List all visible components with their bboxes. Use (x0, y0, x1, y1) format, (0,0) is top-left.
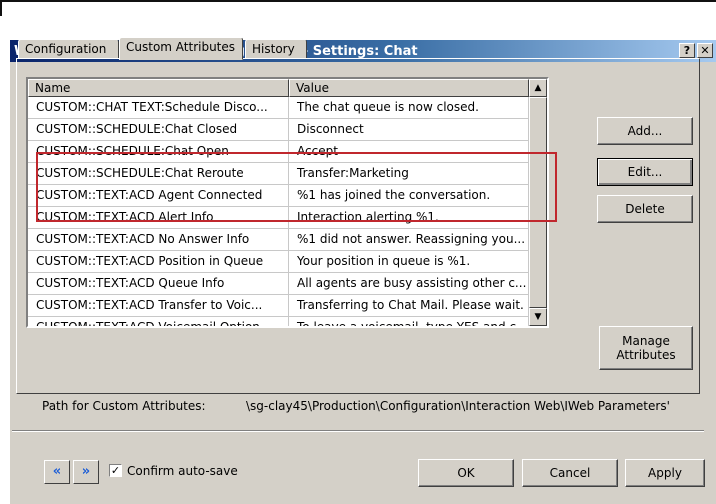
path-value: \sg-clay45\Production\Configuration\Inte… (246, 399, 670, 413)
cancel-button[interactable]: Cancel (522, 459, 618, 487)
confirm-autosave-checkbox[interactable]: ✓ (109, 464, 122, 477)
cell-value: Accept (289, 141, 529, 163)
attributes-list[interactable]: Name Value CUSTOM::CHAT TEXT:Schedule Di… (26, 77, 549, 328)
scroll-thumb[interactable] (529, 97, 547, 308)
scroll-down-icon[interactable]: ▼ (529, 308, 547, 326)
cell-value: Your position in queue is %1. (289, 251, 529, 273)
table-row[interactable]: CUSTOM::CHAT TEXT:Schedule Disco... The c… (28, 97, 529, 119)
cell-name: CUSTOM::SCHEDULE:Chat Open (28, 141, 289, 163)
table-row[interactable]: CUSTOM::TEXT:ACD Position in Queue Your p… (28, 251, 529, 273)
vertical-scrollbar[interactable]: ▲ ▼ (529, 79, 547, 326)
manage-label-line1: Manage (622, 334, 670, 348)
cell-name: CUSTOM::TEXT:ACD Position in Queue (28, 251, 289, 273)
tab-custom-attributes[interactable]: Custom Attributes (119, 37, 243, 60)
cell-name: CUSTOM::TEXT:ACD Agent Connected (28, 185, 289, 207)
apply-button[interactable]: Apply (625, 459, 705, 487)
tab-history[interactable]: History (245, 39, 307, 59)
table-row[interactable]: CUSTOM::SCHEDULE:Chat Closed Disconnect (28, 119, 529, 141)
cell-name: CUSTOM::SCHEDULE:Chat Reroute (28, 163, 289, 185)
path-label: Path for Custom Attributes: (42, 399, 206, 413)
cell-name: CUSTOM::SCHEDULE:Chat Closed (28, 119, 289, 141)
cell-name: CUSTOM::TEXT:ACD Queue Info (28, 273, 289, 295)
cell-value: Interaction alerting %1. (289, 207, 529, 229)
forward-icon[interactable]: » (73, 460, 99, 484)
table-row[interactable]: CUSTOM::SCHEDULE:Chat Open Accept (28, 141, 529, 163)
cell-name: CUSTOM::TEXT:ACD No Answer Info (28, 229, 289, 251)
help-button[interactable]: ? (679, 43, 695, 58)
scroll-up-icon[interactable]: ▲ (529, 79, 547, 97)
table-row[interactable]: CUSTOM::TEXT:ACD No Answer Info %1 did no… (28, 229, 529, 251)
table-row[interactable]: CUSTOM::TEXT:ACD Voicemail Option To leav… (28, 317, 529, 326)
cell-name: CUSTOM::TEXT:ACD Alert Info (28, 207, 289, 229)
tab-configuration[interactable]: Configuration (18, 39, 119, 59)
close-button[interactable]: ✕ (697, 43, 713, 58)
confirm-autosave-label: Confirm auto-save (127, 464, 238, 478)
table-row[interactable]: CUSTOM::TEXT:ACD Alert Info Interaction a… (28, 207, 529, 229)
footer-separator (12, 430, 704, 432)
table-row[interactable]: CUSTOM::TEXT:ACD Transfer to Voic... Tran… (28, 295, 529, 317)
cell-value: %1 did not answer. Reassigning you... (289, 229, 529, 251)
cell-value: Disconnect (289, 119, 529, 141)
column-header-value[interactable]: Value (289, 79, 529, 97)
manage-label-line2: Attributes (616, 348, 676, 362)
list-header: Name Value (28, 79, 529, 97)
cell-name: CUSTOM::TEXT:ACD Voicemail Option (28, 317, 289, 326)
ok-button[interactable]: OK (418, 459, 514, 487)
delete-button[interactable]: Delete (597, 195, 693, 223)
add-button[interactable]: Add... (597, 117, 693, 145)
back-icon[interactable]: « (44, 460, 70, 484)
cell-name: CUSTOM::TEXT:ACD Transfer to Voic... (28, 295, 289, 317)
cell-name: CUSTOM::CHAT TEXT:Schedule Disco... (28, 97, 289, 119)
table-row[interactable]: CUSTOM::SCHEDULE:Chat Reroute Transfer:Ma… (28, 163, 529, 185)
manage-attributes-button[interactable]: Manage Attributes (599, 326, 693, 370)
cell-value: The chat queue is now closed. (289, 97, 529, 119)
cell-value: Transferring to Chat Mail. Please wait. (289, 295, 529, 317)
table-row[interactable]: CUSTOM::TEXT:ACD Queue Info All agents ar… (28, 273, 529, 295)
edit-button[interactable]: Edit... (597, 158, 693, 186)
cell-value: To leave a voicemail, type YES and c... (289, 317, 529, 326)
cell-value: All agents are busy assisting other c... (289, 273, 529, 295)
outer-frame (0, 0, 716, 16)
column-header-name[interactable]: Name (28, 79, 289, 97)
cell-value: %1 has joined the conversation. (289, 185, 529, 207)
cell-value: Transfer:Marketing (289, 163, 529, 185)
table-row[interactable]: CUSTOM::TEXT:ACD Agent Connected %1 has j… (28, 185, 529, 207)
